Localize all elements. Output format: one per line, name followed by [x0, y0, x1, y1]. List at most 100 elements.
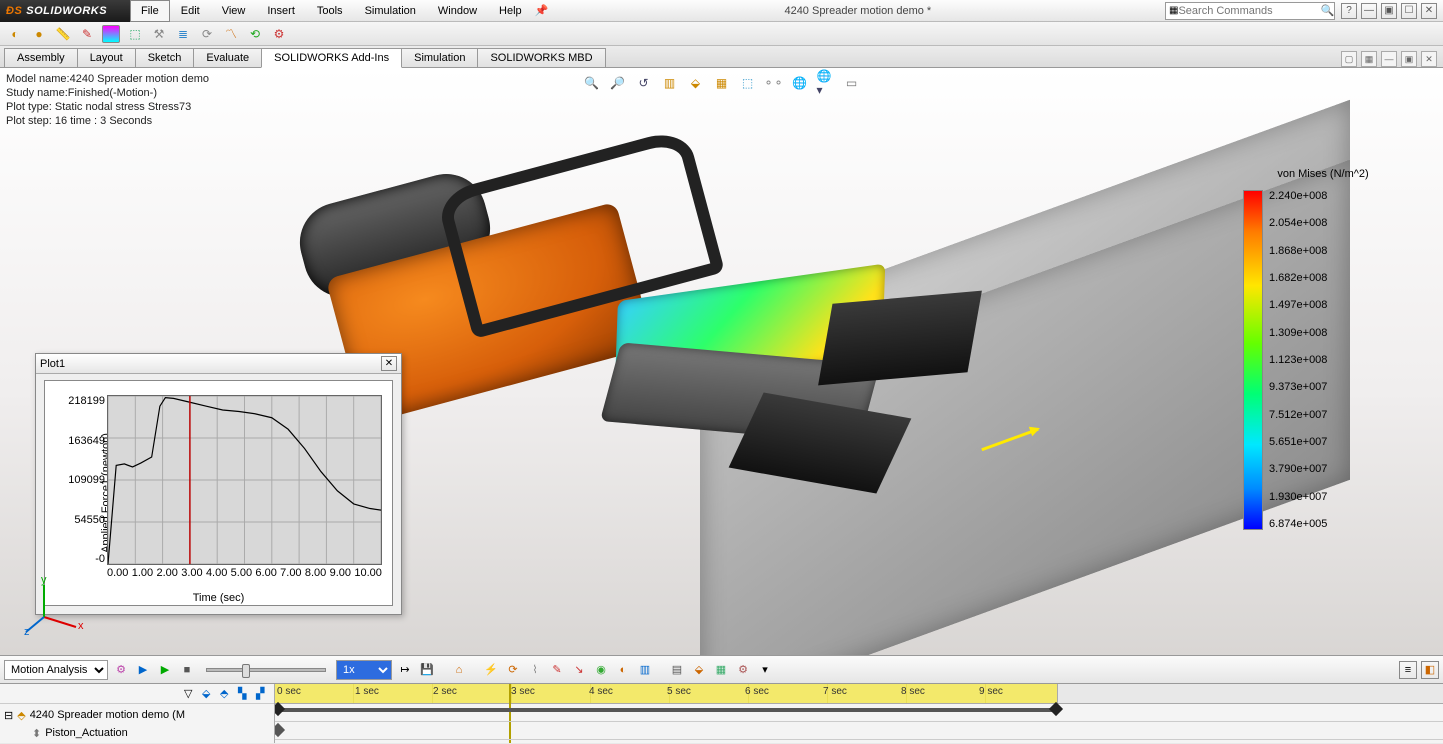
keyframe-bar[interactable]	[278, 708, 1056, 712]
tool-c-icon[interactable]: ⚙	[270, 25, 288, 43]
tab-simulation[interactable]: Simulation	[401, 48, 478, 67]
tab-assembly[interactable]: Assembly	[4, 48, 78, 67]
filter-c-icon[interactable]: ▚	[238, 687, 252, 701]
pen-icon[interactable]: ✎	[78, 25, 96, 43]
timeline-tree[interactable]: ⊟ ⬘ 4240 Spreader motion demo (M ⬍ Pisto…	[0, 704, 274, 744]
gradient-icon[interactable]	[102, 25, 120, 43]
event-based-icon[interactable]: ▤	[668, 661, 686, 679]
hide-show-icon[interactable]: ⬚	[739, 74, 757, 92]
damper-icon[interactable]: ◉	[592, 661, 610, 679]
ruler-icon[interactable]: 📏	[54, 25, 72, 43]
section-view-icon[interactable]: ▥	[661, 74, 679, 92]
calculate-icon[interactable]: ⚙	[112, 661, 130, 679]
timeline-ruler[interactable]: 0 sec 1 sec 2 sec 3 sec 4 sec 5 sec 6 se…	[275, 684, 1443, 704]
minimize-icon[interactable]: —	[1361, 3, 1377, 19]
slider-thumb[interactable]	[242, 664, 250, 678]
filter-b-icon[interactable]: ⬘	[220, 687, 234, 701]
graphics-viewport[interactable]: Model name:4240 Spreader motion demo Stu…	[0, 68, 1443, 655]
timeline-track-root[interactable]	[275, 704, 1443, 722]
command-search[interactable]: ▦ 🔍	[1165, 2, 1335, 20]
child-restore-icon[interactable]: ▣	[1401, 51, 1417, 67]
tool-x-icon[interactable]: ⬙	[690, 661, 708, 679]
edit-appearance-icon[interactable]: ⚬⚬	[765, 74, 783, 92]
menu-file[interactable]: File	[130, 0, 170, 22]
restore-icon[interactable]: ▣	[1381, 3, 1397, 19]
zoom-window-icon[interactable]: 🔎	[609, 74, 627, 92]
menu-insert[interactable]: Insert	[256, 0, 306, 22]
contact-icon[interactable]: ✎	[548, 661, 566, 679]
sphere-icon[interactable]: ●	[30, 25, 48, 43]
study-type-select[interactable]: Motion Analysis	[4, 660, 108, 680]
tab-evaluate[interactable]: Evaluate	[193, 48, 262, 67]
tree-root-row[interactable]: ⊟ ⬘ 4240 Spreader motion demo (M	[4, 706, 270, 724]
zoom-fit-icon[interactable]: 🔍	[583, 74, 601, 92]
expand-icon[interactable]: ◧	[1421, 661, 1439, 679]
tool-b-icon[interactable]: ⟳	[198, 25, 216, 43]
menu-tools[interactable]: Tools	[306, 0, 354, 22]
menu-edit[interactable]: Edit	[170, 0, 211, 22]
close-icon[interactable]: ✕	[1421, 3, 1437, 19]
loop-icon[interactable]: ↦	[396, 661, 414, 679]
result-plot-icon[interactable]: ◐	[614, 661, 632, 679]
view-settings-icon[interactable]: 🌐▾	[817, 74, 835, 92]
tab-layout[interactable]: Layout	[77, 48, 136, 67]
child-minimize-icon[interactable]: —	[1381, 51, 1397, 67]
plot-titlebar[interactable]: Plot1 ✕	[36, 354, 401, 374]
filter-d-icon[interactable]: ▞	[256, 687, 270, 701]
sim-dropdown-icon[interactable]: ▾	[756, 661, 774, 679]
stress-legend: von Mises (N/m^2) 2.240e+0082.054e+0081.…	[1243, 168, 1403, 530]
keyframe-end[interactable]	[1049, 702, 1063, 716]
render-tools-icon[interactable]: ▭	[843, 74, 861, 92]
maximize-icon[interactable]: ☐	[1401, 3, 1417, 19]
tool-a-icon[interactable]: ⚒	[150, 25, 168, 43]
timeline-track-piston[interactable]	[275, 722, 1443, 740]
spring-icon[interactable]: ⌇	[526, 661, 544, 679]
motion-study-prop-icon[interactable]: ⌂	[450, 661, 468, 679]
new-doc-icon[interactable]: ◐	[6, 25, 24, 43]
prev-view-icon[interactable]: ↺	[635, 74, 653, 92]
stop-icon[interactable]: ■	[178, 661, 196, 679]
refresh-icon[interactable]: ⟲	[246, 25, 264, 43]
display-style-icon[interactable]: ▦	[713, 74, 731, 92]
filter-icon[interactable]: ▽	[184, 687, 198, 701]
sim-setup-icon[interactable]: ▦	[712, 661, 730, 679]
tree-expand-icon[interactable]: ⊟	[4, 709, 13, 722]
list-icon[interactable]: ≣	[174, 25, 192, 43]
playback-speed-select[interactable]: 1x	[336, 660, 392, 680]
play-start-icon[interactable]: ▶	[134, 661, 152, 679]
plot-close-icon[interactable]: ✕	[381, 356, 397, 371]
sim-settings-icon[interactable]: ⚙	[734, 661, 752, 679]
menu-window[interactable]: Window	[427, 0, 488, 22]
playback-slider[interactable]	[206, 668, 326, 672]
gravity-icon[interactable]: ⚡	[482, 661, 500, 679]
collapse-icon[interactable]: ≡	[1399, 661, 1417, 679]
save-anim-icon[interactable]: 💾	[418, 661, 436, 679]
pin-icon[interactable]: 📌	[533, 4, 551, 17]
keyframe-start[interactable]	[275, 702, 285, 716]
force-icon[interactable]: ↘	[570, 661, 588, 679]
help-icon[interactable]: ?	[1341, 3, 1357, 19]
search-icon[interactable]: 🔍	[1320, 4, 1334, 17]
cube-icon[interactable]: ⬚	[126, 25, 144, 43]
view-orientation-icon[interactable]: ⬙	[687, 74, 705, 92]
timeline-tracks[interactable]: 0 sec 1 sec 2 sec 3 sec 4 sec 5 sec 6 se…	[275, 684, 1443, 743]
tab-mbd[interactable]: SOLIDWORKS MBD	[477, 48, 605, 67]
play-icon[interactable]: ▶	[156, 661, 174, 679]
menu-view[interactable]: View	[211, 0, 257, 22]
tree-child-row[interactable]: ⬍ Piston_Actuation	[4, 724, 270, 742]
search-input[interactable]	[1178, 5, 1320, 17]
plot-window[interactable]: Plot1 ✕ Applied Force1 (newton) Time (se…	[35, 353, 402, 615]
viewport-multi-icon[interactable]: ▦	[1361, 51, 1377, 67]
keyframe-piston[interactable]	[275, 723, 285, 737]
apply-scene-icon[interactable]: 🌐	[791, 74, 809, 92]
tab-addins[interactable]: SOLIDWORKS Add-Ins	[261, 48, 402, 68]
motor-icon[interactable]: ⟳	[504, 661, 522, 679]
menu-help[interactable]: Help	[488, 0, 533, 22]
child-close-icon[interactable]: ✕	[1421, 51, 1437, 67]
chart-icon[interactable]: 〽	[222, 25, 240, 43]
filter-a-icon[interactable]: ⬙	[202, 687, 216, 701]
menu-simulation[interactable]: Simulation	[354, 0, 427, 22]
viewport-single-icon[interactable]: ▢	[1341, 51, 1357, 67]
mate-icon[interactable]: ▥	[636, 661, 654, 679]
tab-sketch[interactable]: Sketch	[135, 48, 195, 67]
